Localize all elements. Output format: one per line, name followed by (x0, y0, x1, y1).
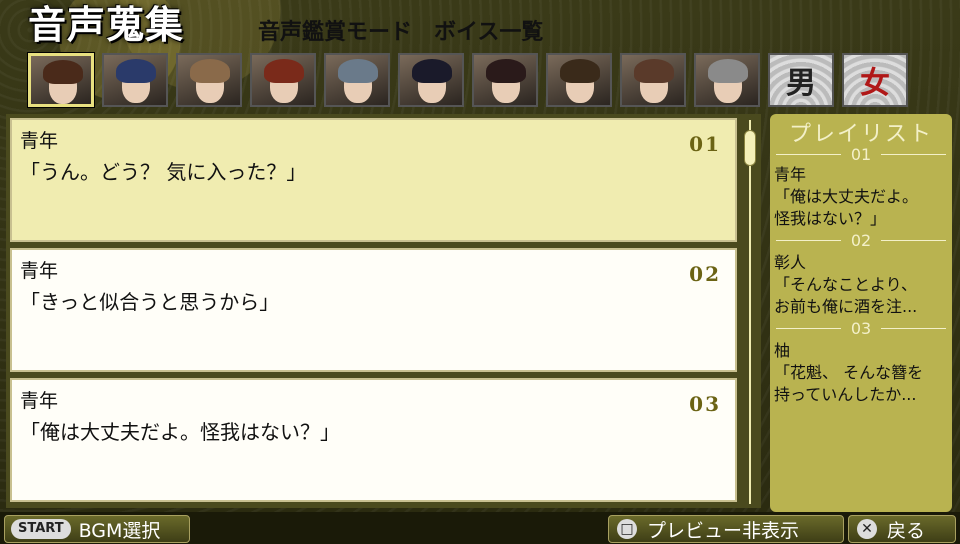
character-portrait[interactable] (28, 53, 94, 107)
male-filter-button[interactable]: 男 (768, 53, 834, 107)
character-portrait-row: 男女 (28, 53, 908, 109)
cross-button-icon: ✕ (857, 519, 877, 539)
header: 音声蒐集 音声鑑賞モード ボイス一覧 (0, 0, 960, 50)
portrait-hair (708, 59, 748, 83)
scrollbar-track (749, 120, 751, 504)
playlist-item-speaker: 柚 (774, 341, 791, 360)
start-button-icon: START (11, 519, 71, 539)
playlist-item-speaker: 彰人 (774, 253, 807, 272)
playlist-item[interactable]: 青年 「俺は大丈夫だよ。 怪我はない？」 (774, 164, 952, 230)
playlist-separator: 01 (776, 144, 947, 164)
voice-number: 03 (689, 392, 721, 416)
character-portrait[interactable] (176, 53, 242, 107)
preview-toggle-label: プレビュー非表示 (647, 519, 800, 542)
playlist-item-number: 01 (850, 144, 872, 164)
voice-entry[interactable]: 青年 「きっと似合うと思うから」 02 (10, 248, 737, 372)
playlist-item-line: 怪我はない？」 (774, 209, 887, 228)
portrait-hair (264, 59, 304, 83)
playlist-separator: 02 (776, 230, 947, 250)
portrait-hair (43, 60, 83, 84)
voice-line: 「きっと似合うと思うから」 (20, 290, 280, 314)
voice-line: 「うん。どう？ 気に入った？」 (20, 160, 307, 184)
character-portrait[interactable] (324, 53, 390, 107)
voice-line: 「俺は大丈夫だよ。怪我はない？」 (20, 420, 340, 444)
playlist-item-line: 「俺は大丈夫だよ。 (774, 187, 919, 206)
playlist-item-speaker: 青年 (774, 165, 807, 184)
bgm-select-label: BGM選択 (78, 519, 161, 542)
playlist-item-line: 持っていんしたか... (774, 385, 917, 404)
portrait-hair (338, 59, 378, 83)
bgm-select-button[interactable]: START BGM選択 (4, 515, 190, 543)
voice-speaker: 青年 (20, 260, 59, 282)
scrollbar-thumb[interactable] (744, 130, 756, 166)
character-portrait[interactable] (620, 53, 686, 107)
portrait-hair (190, 59, 230, 83)
character-portrait[interactable] (546, 53, 612, 107)
character-portrait[interactable] (250, 53, 316, 107)
playlist-item-line: 「花魁、 そんな簪を (774, 363, 924, 382)
character-portrait[interactable] (472, 53, 538, 107)
playlist-item-number: 03 (850, 318, 872, 338)
playlist-item-line: お前も俺に酒を注... (774, 297, 918, 316)
playlist-panel: プレイリスト 01 青年 「俺は大丈夫だよ。 怪我はない？」 02 彰人 「そん… (770, 114, 952, 512)
gender-label: 男 (786, 66, 816, 101)
voice-number: 02 (689, 262, 721, 286)
playlist-separator: 03 (776, 318, 947, 338)
back-button[interactable]: ✕ 戻る (848, 515, 956, 543)
playlist-item[interactable]: 彰人 「そんなことより、 お前も俺に酒を注... (774, 252, 952, 318)
character-portrait[interactable] (398, 53, 464, 107)
mode-title: 音声鑑賞モード ボイス一覧 (258, 19, 544, 45)
voice-speaker: 青年 (20, 390, 59, 412)
character-portrait[interactable] (102, 53, 168, 107)
playlist-item-number: 02 (850, 230, 872, 250)
female-filter-button[interactable]: 女 (842, 53, 908, 107)
logo: 音声蒐集 (28, 2, 185, 47)
portrait-hair (486, 59, 526, 83)
playlist-item[interactable]: 柚 「花魁、 そんな簪を 持っていんしたか... (774, 340, 952, 406)
portrait-hair (634, 59, 674, 83)
preview-toggle-button[interactable]: □ プレビュー非表示 (608, 515, 844, 543)
portrait-hair (412, 59, 452, 83)
square-button-icon: □ (617, 519, 637, 539)
voice-list-scrollbar[interactable] (744, 120, 756, 504)
gender-label: 女 (860, 66, 890, 101)
portrait-hair (560, 59, 600, 83)
playlist-item-line: 「そんなことより、 (774, 275, 918, 294)
voice-entry[interactable]: 青年 「うん。どう？ 気に入った？」 01 (10, 118, 737, 242)
back-label: 戻る (887, 519, 926, 542)
voice-entry[interactable]: 青年 「俺は大丈夫だよ。怪我はない？」 03 (10, 378, 737, 502)
character-portrait[interactable] (694, 53, 760, 107)
voice-speaker: 青年 (20, 130, 59, 152)
portrait-hair (116, 59, 156, 83)
voice-list-panel: 青年 「うん。どう？ 気に入った？」 01 青年 「きっと似合うと思うから」 0… (6, 114, 761, 508)
voice-number: 01 (689, 132, 721, 156)
